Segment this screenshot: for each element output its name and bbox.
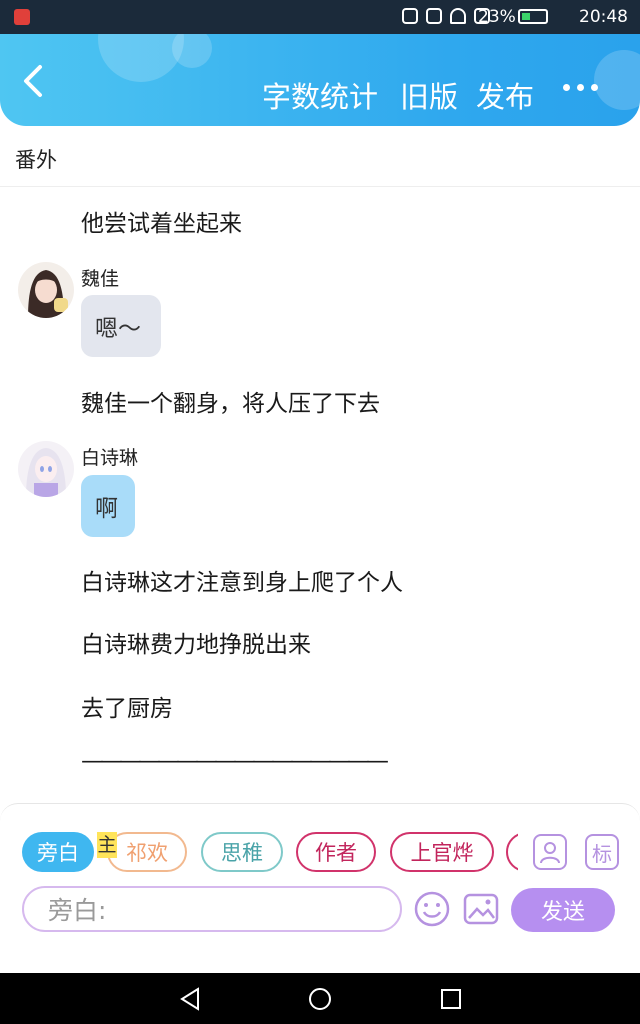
decor-bubble [594,50,640,110]
word-count-button[interactable]: 字数统计 [262,74,378,116]
editor-header: 字数统计 旧版 发布 [0,34,640,126]
narration-line[interactable]: 去了厨房 [81,689,173,723]
dialogue-bubble[interactable]: 啊 [81,475,135,537]
avatar-image [18,441,74,497]
speaker-name: 魏佳 [81,268,120,290]
nav-home-icon[interactable] [308,987,332,1011]
chapter-title: 番外 [15,148,57,172]
chip-author[interactable]: 作者 [296,832,376,872]
emoji-icon[interactable] [413,890,451,928]
chip-narrator[interactable]: 旁白 [22,832,94,872]
decor-bubble [172,34,212,68]
back-arrow-icon[interactable] [18,64,52,98]
status-bar: 23% 20:48 [0,0,640,34]
tag-button[interactable]: 标 [585,834,619,870]
speaker-name: 白诗琳 [81,447,139,469]
character-manage-icon[interactable] [533,834,567,870]
narration-line[interactable]: 白诗琳费力地挣脱出来 [81,625,311,659]
narration-line[interactable]: 白诗琳这才注意到身上爬了个人 [81,563,403,597]
divider-line[interactable]: ———————————————— [81,748,389,774]
vibrate-icon [426,8,442,24]
composer-panel: 旁白 祁欢 主 思稚 作者 上官烨 标 旁白: 发送 [0,803,640,934]
avatar-baishilin[interactable] [18,441,74,497]
more-options-icon[interactable] [563,84,598,91]
chip-sizhi[interactable]: 思稚 [201,832,283,872]
sync-icon [402,8,418,24]
narration-line[interactable]: 魏佳一个翻身，将人压了下去 [81,384,380,418]
battery-icon [518,9,548,24]
app-notification-icon [14,9,30,25]
chip-overflow[interactable] [506,832,518,872]
wifi-icon [450,8,466,24]
avatar-weijia[interactable] [18,262,74,318]
clock: 20:48 [579,7,628,27]
message-input[interactable]: 旁白: [22,886,402,932]
nav-back-icon[interactable] [178,987,202,1011]
old-version-button[interactable]: 旧版 [400,74,458,116]
chip-qihuan[interactable]: 祁欢 [107,832,187,872]
input-placeholder: 旁白: [48,896,107,925]
avatar-image [18,262,74,318]
nav-recents-icon[interactable] [439,987,463,1011]
status-icons [402,8,490,24]
send-button[interactable]: 发送 [511,888,615,932]
dialogue-bubble[interactable]: 嗯～ [81,295,161,357]
image-icon[interactable] [462,890,500,928]
chip-shangguanye[interactable]: 上官烨 [390,832,494,872]
narration-line[interactable]: 他尝试着坐起来 [81,204,242,238]
publish-button[interactable]: 发布 [476,74,534,116]
main-character-mark: 主 [97,832,117,858]
chapter-title-bar: 番外 [0,126,640,187]
system-nav-bar [0,973,640,1024]
decor-bubble [98,34,184,82]
